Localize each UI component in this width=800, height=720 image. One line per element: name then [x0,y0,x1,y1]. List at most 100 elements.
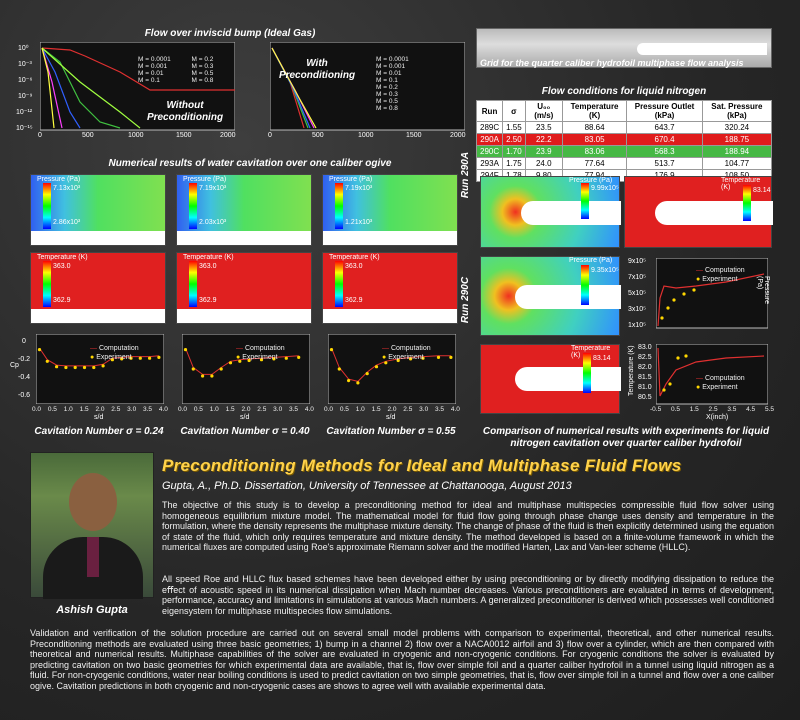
hydrofoil-caption: Comparison of numerical results with exp… [482,426,770,449]
pressure-colorbar [43,183,51,229]
cp-xticks: 0.0 0.5 1.0 1.5 2.0 2.5 3.0 3.5 4.0 [32,406,168,413]
y-tick: 83.0 [638,344,652,351]
ogive-title: Numerical results of water cavitation ov… [108,158,392,169]
label-line: Preconditioning [278,70,356,81]
experiment-point [219,367,223,371]
run290a-pressure-contour: Pressure (Pa) 9.99x10⁵ 1.87x10⁵ [480,176,621,248]
bump-plots-title: Flow over inviscid bump (Ideal Gas) [144,28,316,39]
y-tick: 82.5 [638,354,652,361]
x-tick: 4.0 [450,406,460,413]
table-cell: 22.2 [524,133,563,146]
table-cell: 83.05 [561,133,628,146]
ogive-body [177,231,311,245]
x-tick: 2.5 [403,406,413,413]
ogive-pressure-contour: Pressure (Pa) 7.19x10³ 1.21x10³ [322,174,458,246]
x-tick: 3.0 [127,406,137,413]
cp-xlabel: s/d [240,414,250,421]
experiment-point [210,374,214,378]
hydrofoil-shape [637,43,767,55]
convergence-plot-left: 10⁰ 10⁻³ 10⁻⁶ 10⁻⁹ 10⁻¹² 10⁻¹⁵ 0 500 100… [16,41,236,139]
y-tick: 10⁻⁹ [18,93,33,100]
table-header: Temperature (K) [561,100,628,122]
y-tick: 0 [22,338,26,345]
y-tick: 10⁻¹² [16,109,33,116]
table-cell: 670.4 [626,133,703,146]
pressure-max: 7.13x10³ [53,185,81,192]
legend-entry: M = 0.3 [191,63,214,70]
x-tick: 3.5 [289,406,299,413]
convergence-legend-right: M = 0.0001 M = 0.001 M = 0.01 M = 0.1 M … [376,56,456,112]
cp-plot: — Computation ● Experiment 0.0 0.5 1.0 1.5 2.0… [324,333,460,421]
y-tick: -0.4 [18,374,31,381]
pressure-label: Pressure (Pa) [183,176,227,183]
y-tick: 10⁻⁶ [18,77,33,84]
table-cell: 290C [475,145,504,158]
experiment-point [201,374,205,378]
cp-xlabel: s/d [386,414,396,421]
hydrofoil-temperature-plot: 83.0 82.5 82.0 81.5 81.0 80.5 — Computat… [628,343,774,421]
experiment-point [356,381,360,385]
author-face [69,473,117,531]
experiment-point [55,365,59,369]
y-tick: 10⁰ [18,45,29,52]
xlabel: X(inch) [706,414,729,421]
experiment-point [374,365,379,369]
pressure-max: 9.99x10⁵ [591,185,619,192]
table-cell: 1.70 [502,145,526,158]
legend-entry: M = 0.5 [376,98,398,105]
x-tick: 4.0 [304,406,314,413]
x-tick: 1000 [358,132,374,139]
y-tick: 81.5 [638,374,652,381]
experiment-point [284,356,288,360]
table-cell: 290A [475,133,504,146]
table-row: 290A 2.50 22.2 83.05 670.4 188.75 [475,133,773,146]
temperature-min: 362.9 [53,297,71,304]
legend-entry: M = 0.001 [376,63,406,70]
x-tick: 3.5 [435,406,445,413]
table-cell: 1.75 [502,157,526,170]
temperature-colorbar [43,261,51,307]
table-cell: 513.7 [626,157,703,170]
experiment-point [329,348,334,352]
legend-computation: Computation [390,345,431,352]
experiment-point [73,365,77,370]
photo-caption: Ashish Gupta [56,604,128,616]
x-tick: 0.5 [339,406,349,413]
experiment-point [449,355,453,359]
pressure-label: Pressure (Pa) [37,176,81,183]
cp-plot: — Computation ● Experiment 0 -0.2 -0.4 -0.6 Cp… [10,333,168,421]
y-tick: 82.0 [638,364,652,371]
table-cell: 83.06 [561,145,628,158]
legend-experiment: Experiment [242,354,278,361]
x-tick: 2000 [450,132,466,139]
experiment-point [157,355,161,359]
pressure-colorbar [189,183,197,229]
x-tick: 1.5 [689,406,699,413]
table-header: Pressure Outlet (kPa) [626,100,703,122]
experiment-point [45,359,49,363]
nitrogen-table: Run σ U₀₀ (m/s) Temperature (K) Pressure… [475,100,773,182]
legend-entry: M = 0.1 [376,77,398,84]
hydrofoil-t-legend: — Computation ● Experiment [696,375,745,391]
y-tick: 1x10⁵ [628,322,647,329]
ogive-body [323,309,457,323]
x-tick: -0.5 [650,406,662,413]
table-cell: 104.77 [701,157,773,170]
table-row: 290C 1.70 23.9 83.06 568.3 188.94 [475,145,773,158]
author-tie [87,537,99,577]
table-cell: 568.3 [626,145,703,158]
convergence-plot-right: 0 500 1000 1500 2000 With Preconditionin… [268,41,466,139]
x-tick: 4.0 [158,406,168,413]
abstract-paragraph-3: Validation and verification of the solut… [30,628,774,691]
x-tick: 2.5 [111,406,121,413]
legend-computation: Computation [704,267,745,274]
x-tick: 1.5 [225,406,235,413]
cp-legend: — Computation ● Experiment [90,345,139,361]
x-tick: 1.0 [355,406,365,413]
experiment-point [148,356,152,360]
table-header: Run [475,100,504,122]
x-tick: 0 [38,132,42,139]
legend-computation: Computation [704,375,745,382]
table-cell: 88.64 [561,121,628,134]
legend-experiment: Experiment [702,384,738,391]
